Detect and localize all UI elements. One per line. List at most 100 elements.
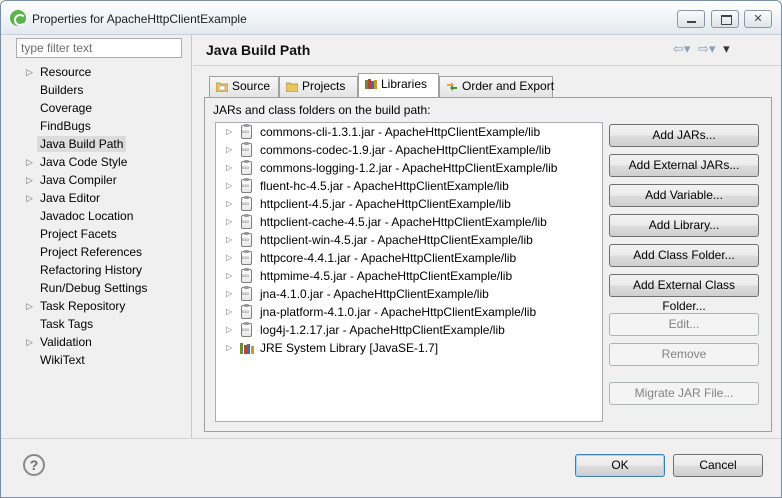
- expand-arrow-icon[interactable]: ▷: [226, 177, 232, 195]
- tree-item-label: Coverage: [40, 101, 93, 115]
- tree-item[interactable]: FindBugs: [10, 117, 190, 135]
- jar-icon: [241, 322, 252, 337]
- help-icon[interactable]: ?: [23, 454, 45, 476]
- add-external-class-folder-button[interactable]: Add External Class Folder...: [609, 274, 759, 313]
- tree-item[interactable]: ▷ Validation: [10, 333, 190, 351]
- view-menu-icon[interactable]: ▾: [723, 41, 730, 57]
- list-item[interactable]: ▷ httpmime-4.5.jar - ApacheHttpClientExam…: [216, 267, 602, 285]
- tab-libraries[interactable]: Libraries: [358, 73, 439, 97]
- list-item[interactable]: ▷ fluent-hc-4.5.jar - ApacheHttpClientExa…: [216, 177, 602, 195]
- list-item-label: httpcore-4.4.1.jar - ApacheHttpClientExa…: [260, 251, 517, 265]
- list-item[interactable]: ▷ httpclient-win-4.5.jar - ApacheHttpClie…: [216, 231, 602, 249]
- tree-item[interactable]: ▷ Task Repository: [10, 297, 190, 315]
- list-item[interactable]: ▷ commons-logging-1.2.jar - ApacheHttpCli…: [216, 159, 602, 177]
- expand-arrow-icon[interactable]: ▷: [26, 189, 36, 207]
- tree-item[interactable]: ▷ Java Compiler: [10, 171, 190, 189]
- tree-item[interactable]: Project References: [10, 243, 190, 261]
- tree-item[interactable]: ▷ Java Editor: [10, 189, 190, 207]
- tree-item[interactable]: ▷ Java Code Style: [10, 153, 190, 171]
- tree-item-label: Javadoc Location: [40, 209, 134, 223]
- expand-arrow-icon[interactable]: ▷: [26, 153, 36, 171]
- expand-arrow-icon[interactable]: ▷: [226, 141, 232, 159]
- list-item-label: commons-logging-1.2.jar - ApacheHttpClie…: [260, 161, 558, 175]
- expand-arrow-icon[interactable]: ▷: [226, 339, 232, 357]
- title-bar[interactable]: Properties for ApacheHttpClientExample: [1, 1, 781, 35]
- tree-item-label: Run/Debug Settings: [40, 281, 148, 295]
- list-item[interactable]: ▷ httpclient-cache-4.5.jar - ApacheHttpCl…: [216, 213, 602, 231]
- add-library-button[interactable]: Add Library...: [609, 214, 759, 237]
- tree-item[interactable]: Java Build Path: [10, 135, 190, 153]
- libraries-list[interactable]: ▷ commons-cli-1.3.1.jar - ApacheHttpClien…: [215, 122, 603, 422]
- tree-item[interactable]: WikiText: [10, 351, 190, 369]
- tree-item[interactable]: Task Tags: [10, 315, 190, 333]
- list-item[interactable]: ▷ commons-codec-1.9.jar - ApacheHttpClien…: [216, 141, 602, 159]
- add-external-jars-button[interactable]: Add External JARs...: [609, 154, 759, 177]
- jar-icon: [241, 160, 252, 175]
- add-class-folder-button[interactable]: Add Class Folder...: [609, 244, 759, 267]
- migrate-jar-button[interactable]: Migrate JAR File...: [609, 382, 759, 405]
- list-item[interactable]: ▷ log4j-1.2.17.jar - ApacheHttpClientExam…: [216, 321, 602, 339]
- tree-item-label: Java Editor: [40, 191, 101, 205]
- back-arrow-icon[interactable]: ⇦▾: [673, 41, 690, 57]
- expand-arrow-icon[interactable]: ▷: [226, 231, 232, 249]
- tree-item[interactable]: Run/Debug Settings: [10, 279, 190, 297]
- tree-item-label: Refactoring History: [40, 263, 143, 277]
- list-item-label: commons-cli-1.3.1.jar - ApacheHttpClient…: [260, 125, 541, 139]
- expand-arrow-icon[interactable]: ▷: [26, 297, 36, 315]
- tree-item[interactable]: Coverage: [10, 99, 190, 117]
- minimize-button[interactable]: [677, 10, 705, 28]
- tree-item-label: Java Code Style: [40, 155, 128, 169]
- tab-source[interactable]: Source: [209, 76, 279, 97]
- forward-arrow-icon[interactable]: ⇨▾: [698, 41, 715, 57]
- tab-order-export[interactable]: Order and Export: [439, 76, 554, 97]
- tree-item-label: Resource: [40, 65, 92, 79]
- expand-arrow-icon[interactable]: ▷: [226, 159, 232, 177]
- expand-arrow-icon[interactable]: ▷: [226, 249, 232, 267]
- jar-icon: [241, 214, 252, 229]
- tree-item-label: Java Compiler: [40, 173, 117, 187]
- tree-item-label: Task Repository: [40, 299, 126, 313]
- cancel-button[interactable]: Cancel: [673, 454, 763, 477]
- list-item-label: httpclient-cache-4.5.jar - ApacheHttpCli…: [260, 215, 547, 229]
- libraries-icon: [365, 79, 377, 89]
- window-title: Properties for ApacheHttpClientExample: [32, 12, 247, 26]
- expand-arrow-icon[interactable]: ▷: [226, 303, 232, 321]
- expand-arrow-icon[interactable]: ▷: [26, 63, 36, 81]
- tree-item-label: Project References: [40, 245, 143, 259]
- list-item[interactable]: ▷ httpcore-4.4.1.jar - ApacheHttpClientEx…: [216, 249, 602, 267]
- list-item[interactable]: ▷ commons-cli-1.3.1.jar - ApacheHttpClien…: [216, 123, 602, 141]
- tab-projects[interactable]: Projects: [279, 76, 358, 97]
- expand-arrow-icon[interactable]: ▷: [26, 333, 36, 351]
- properties-dialog: Properties for ApacheHttpClientExample ▷…: [0, 0, 782, 498]
- close-button[interactable]: [744, 10, 772, 28]
- expand-arrow-icon[interactable]: ▷: [226, 213, 232, 231]
- jar-icon: [241, 124, 252, 139]
- remove-button[interactable]: Remove: [609, 343, 759, 366]
- expand-arrow-icon[interactable]: ▷: [226, 321, 232, 339]
- list-item[interactable]: ▷ httpclient-4.5.jar - ApacheHttpClientEx…: [216, 195, 602, 213]
- ok-button[interactable]: OK: [575, 454, 665, 477]
- filter-input[interactable]: [16, 38, 182, 58]
- expand-arrow-icon[interactable]: ▷: [226, 285, 232, 303]
- tree-item[interactable]: Javadoc Location: [10, 207, 190, 225]
- list-item[interactable]: ▷ JRE System Library [JavaSE-1.7]: [216, 339, 602, 357]
- source-folder-icon: [216, 82, 228, 92]
- list-item[interactable]: ▷ jna-platform-4.1.0.jar - ApacheHttpClie…: [216, 303, 602, 321]
- expand-arrow-icon[interactable]: ▷: [226, 267, 232, 285]
- list-item-label: httpmime-4.5.jar - ApacheHttpClientExamp…: [260, 269, 513, 283]
- maximize-button[interactable]: [711, 10, 739, 28]
- expand-arrow-icon[interactable]: ▷: [226, 123, 232, 141]
- expand-arrow-icon[interactable]: ▷: [226, 195, 232, 213]
- tree-item[interactable]: Refactoring History: [10, 261, 190, 279]
- add-jars-button[interactable]: Add JARs...: [609, 124, 759, 147]
- add-variable-button[interactable]: Add Variable...: [609, 184, 759, 207]
- edit-button[interactable]: Edit...: [609, 313, 759, 336]
- tree-item-label: Builders: [40, 83, 84, 97]
- tree-item[interactable]: Project Facets: [10, 225, 190, 243]
- tree-item[interactable]: Builders: [10, 81, 190, 99]
- list-item-label: jna-platform-4.1.0.jar - ApacheHttpClien…: [260, 305, 537, 319]
- jar-icon: [241, 232, 252, 247]
- list-item[interactable]: ▷ jna-4.1.0.jar - ApacheHttpClientExample…: [216, 285, 602, 303]
- expand-arrow-icon[interactable]: ▷: [26, 171, 36, 189]
- tree-item[interactable]: ▷ Resource: [10, 63, 190, 81]
